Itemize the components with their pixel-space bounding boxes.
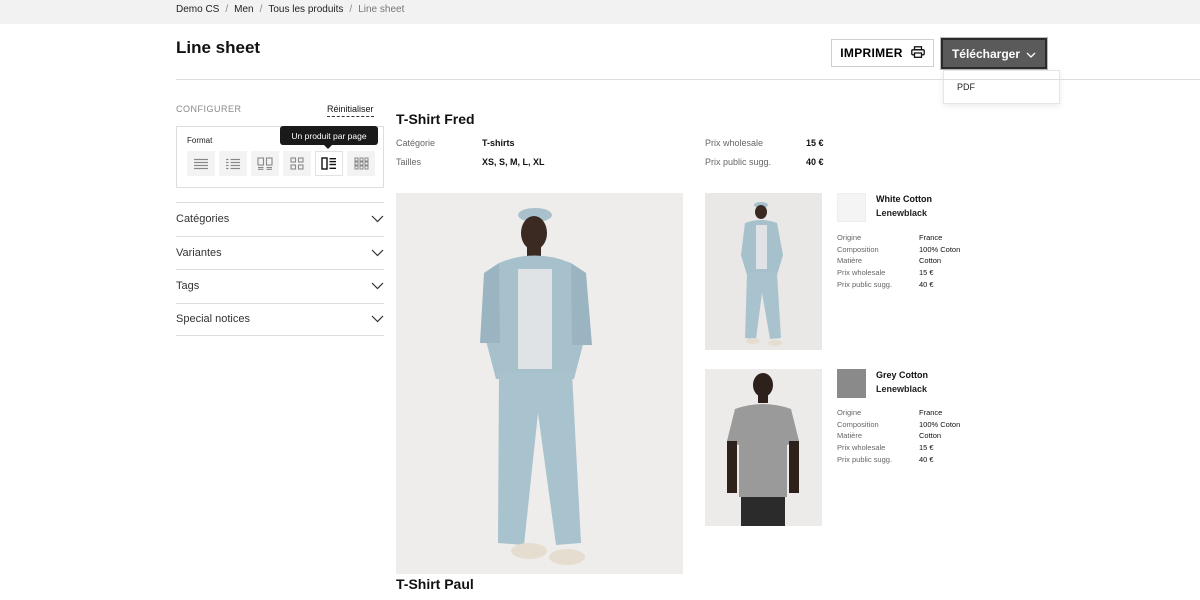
variant-name: Grey Cotton: [876, 370, 929, 380]
breadcrumb: Demo CS / Men / Tous les produits / Line…: [176, 4, 404, 15]
sizes-value: XS, S, M, L, XL: [482, 157, 545, 167]
spec-label: Matière: [837, 256, 863, 266]
breadcrumb-current: Line sheet: [358, 4, 405, 15]
filter-tags[interactable]: Tags: [176, 269, 384, 303]
breadcrumb-separator: /: [349, 4, 353, 15]
breadcrumb-item-all-products[interactable]: Tous les produits: [268, 4, 343, 15]
format-label: Format: [187, 136, 213, 145]
two-column-icon: [257, 157, 273, 170]
spec-value: 100% Coton: [919, 419, 961, 429]
chevron-down-icon: [371, 249, 384, 257]
chevron-down-icon: [371, 315, 384, 323]
variant-image-grey-cotton: [705, 369, 822, 526]
filter-special-notices[interactable]: Special notices: [176, 302, 384, 336]
top-bar: Demo CS / Men / Tous les produits / Line…: [0, 0, 1200, 24]
format-two-column-button[interactable]: [251, 151, 279, 176]
breadcrumb-item-demo-cs[interactable]: Demo CS: [176, 4, 219, 15]
spec-value: 40 €: [919, 454, 934, 464]
download-option-pdf[interactable]: PDF: [957, 82, 975, 92]
spec-value: 40 €: [919, 279, 934, 289]
next-product-title: T-Shirt Paul: [396, 576, 474, 592]
variant-spec-values: France 100% Coton Cotton 15 € 40 €: [919, 232, 960, 291]
breadcrumb-item-men[interactable]: Men: [234, 4, 253, 15]
breadcrumb-separator: /: [225, 4, 229, 15]
spec-value: 15 €: [919, 268, 934, 278]
variant-image-white-cotton: [705, 193, 822, 350]
download-button-label: Télécharger: [951, 46, 1021, 61]
variant-name: White Cotton: [876, 194, 932, 204]
color-swatch-white: [837, 193, 866, 222]
filter-categories[interactable]: Catégories: [176, 202, 384, 236]
format-grid-four-button[interactable]: [283, 151, 311, 176]
spec-value: France: [919, 408, 943, 417]
print-button-label: IMPRIMER: [840, 46, 903, 60]
chevron-down-icon: [371, 282, 384, 290]
header-divider: [176, 79, 1200, 80]
variant-spec-labels: Origine Composition Matière Prix wholesa…: [837, 407, 892, 466]
spec-label: Prix wholesale: [837, 443, 886, 453]
retail-price-value: 40 €: [806, 157, 824, 167]
format-grid-six-button[interactable]: [347, 151, 375, 176]
retail-price-label: Prix public sugg.: [705, 157, 772, 167]
sizes-label: Tailles: [396, 157, 422, 167]
spec-label: Prix wholesale: [837, 268, 886, 278]
format-tooltip: Un produit par page: [280, 126, 378, 149]
spec-value: Cotton: [919, 431, 942, 441]
spec-label: Prix public sugg.: [837, 454, 893, 464]
filter-label: Variantes: [176, 246, 222, 259]
grid-four-icon: [290, 157, 304, 170]
spec-value: Cotton: [919, 256, 942, 266]
filter-list: Catégories Variantes Tags Special notice…: [176, 202, 384, 336]
spec-label: Origine: [837, 233, 862, 242]
grid-six-icon: [354, 157, 368, 170]
spec-label: Origine: [837, 408, 862, 417]
product-title: T-Shirt Fred: [396, 111, 475, 127]
printer-icon: [910, 45, 925, 61]
variant-spec-labels: Origine Composition Matière Prix wholesa…: [837, 232, 892, 291]
filter-label: Catégories: [176, 213, 230, 226]
filter-label: Tags: [176, 280, 200, 293]
spec-label: Composition: [837, 244, 879, 254]
format-detailed-list-button[interactable]: [219, 151, 247, 176]
one-per-page-icon: [321, 157, 336, 170]
config-label: CONFIGURER: [176, 104, 242, 114]
spec-value: France: [919, 233, 943, 242]
wholesale-price-label: Prix wholesale: [705, 138, 764, 148]
breadcrumb-separator: /: [259, 4, 263, 15]
filter-label: Special notices: [176, 313, 250, 326]
filter-variants[interactable]: Variantes: [176, 235, 384, 270]
category-value: T-shirts: [482, 138, 515, 148]
variant-brand: Lenewblack: [876, 208, 928, 218]
download-button[interactable]: Télécharger: [940, 37, 1048, 70]
print-button[interactable]: IMPRIMER: [831, 39, 934, 67]
list-icon: [194, 158, 208, 169]
color-swatch-grey: [837, 369, 866, 398]
spec-label: Composition: [837, 419, 879, 429]
detailed-list-icon: [226, 158, 240, 169]
variant-brand: Lenewblack: [876, 384, 928, 394]
format-one-per-page-button[interactable]: [315, 151, 343, 176]
chevron-down-icon: [1026, 47, 1036, 61]
category-label: Catégorie: [396, 138, 436, 148]
chevron-down-icon: [371, 215, 384, 223]
download-dropdown: PDF: [943, 70, 1060, 104]
page-title: Line sheet: [176, 38, 261, 57]
wholesale-price-value: 15 €: [806, 138, 824, 148]
format-options: [187, 151, 375, 176]
reset-link[interactable]: Réinitialiser: [327, 104, 374, 117]
spec-label: Prix public sugg.: [837, 279, 893, 289]
product-main-image: [396, 193, 683, 574]
format-list-button[interactable]: [187, 151, 215, 176]
spec-value: 100% Coton: [919, 244, 961, 254]
spec-label: Matière: [837, 431, 863, 441]
variant-spec-values: France 100% Coton Cotton 15 € 40 €: [919, 407, 960, 466]
spec-value: 15 €: [919, 443, 934, 453]
